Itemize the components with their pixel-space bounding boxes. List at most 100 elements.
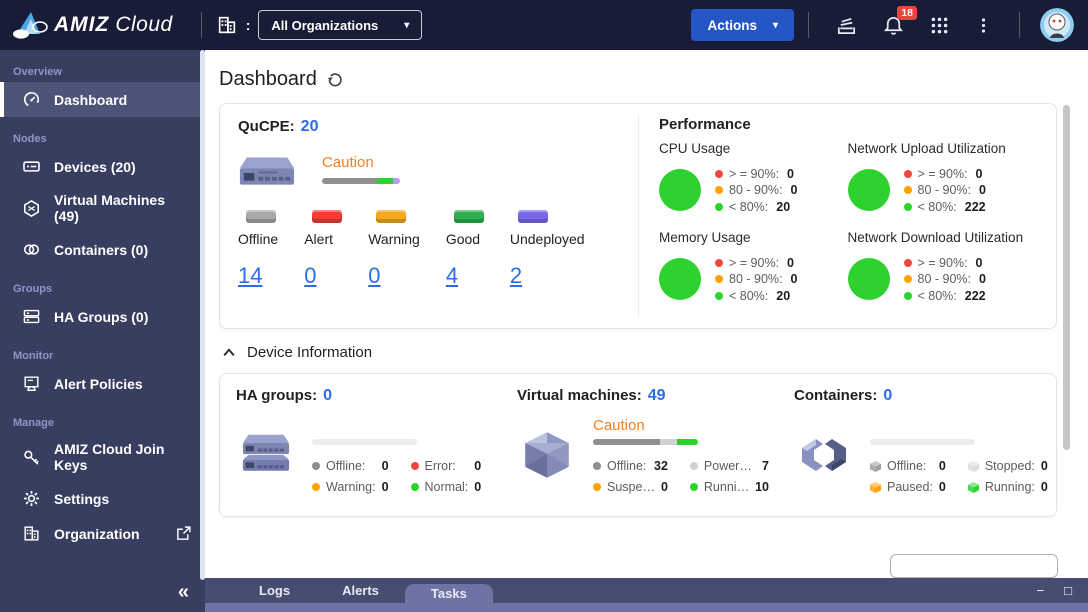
chevron-down-icon: ▾: [404, 20, 409, 31]
legend-label: 80 - 90%:: [918, 272, 972, 286]
legend-value: 0: [787, 256, 794, 270]
gauge-segment-offline: [593, 439, 660, 445]
legend-value: 0: [661, 480, 668, 494]
red-dot-icon: [715, 170, 723, 178]
bottom-panel: Logs Alerts Tasks − □: [205, 578, 1088, 612]
qucpe-count-link[interactable]: 20: [301, 118, 319, 135]
tab-logs[interactable]: Logs: [233, 578, 316, 603]
qucpe-health-gauge: [322, 178, 400, 184]
tab-tasks[interactable]: Tasks: [405, 584, 493, 603]
sidebar-item-containers[interactable]: Containers (0): [0, 232, 205, 267]
more-options-button[interactable]: [970, 11, 997, 40]
sidebar-item-ha-groups[interactable]: HA Groups (0): [0, 299, 205, 334]
legend-label: 80 - 90%:: [729, 183, 783, 197]
lightgray-cube-icon: [968, 461, 979, 472]
usage-donut: [659, 258, 701, 300]
restore-icon[interactable]: □: [1064, 584, 1072, 597]
dashboard-gauge-icon: [22, 90, 41, 109]
notifications-button[interactable]: 18: [878, 10, 909, 41]
actions-button[interactable]: Actions ▾: [691, 9, 794, 41]
sidebar-item-label: Organization: [54, 526, 140, 542]
minimize-icon[interactable]: −: [1037, 584, 1045, 597]
legend-label: Power…: [704, 459, 752, 473]
sidebar-item-join-keys[interactable]: AMIZ Cloud Join Keys: [0, 433, 205, 481]
green-dot-icon: [715, 292, 723, 300]
status-count-link[interactable]: 0: [304, 263, 316, 289]
sidebar-item-dashboard[interactable]: Dashboard: [0, 82, 205, 117]
containers-count-link[interactable]: 0: [883, 387, 892, 404]
ha-groups-panel: HA groups:0 Offline:0 Error:0: [220, 374, 501, 516]
brand-logo[interactable]: AMIZCloud: [0, 9, 187, 41]
device-information-header[interactable]: Device Information: [205, 329, 1088, 373]
status-count-link[interactable]: 4: [446, 263, 458, 289]
vm-status-text: Caution: [593, 417, 783, 437]
orange-dot-icon: [312, 483, 320, 491]
container-icon: [22, 240, 41, 259]
device-information-card: HA groups:0 Offline:0 Error:0: [219, 373, 1057, 517]
legend-label: > = 90%:: [729, 167, 779, 181]
sidebar-item-devices[interactable]: Devices (20): [0, 149, 205, 184]
bottom-tab-bar: Logs Alerts Tasks − □: [205, 578, 1088, 603]
sidebar-item-label: Virtual Machines (49): [54, 192, 192, 224]
ha-legend: Offline:0 Error:0 Warning:0 Normal:0: [312, 459, 495, 494]
sidebar-item-virtual-machines[interactable]: Virtual Machines (49): [0, 184, 205, 232]
refresh-button[interactable]: [326, 71, 344, 89]
green-cube-icon: [968, 482, 979, 493]
task-queue-button[interactable]: [831, 10, 862, 41]
sidebar: Overview Dashboard Nodes Devices (20) Vi…: [0, 50, 205, 612]
green-dot-icon: [690, 483, 698, 491]
legend-value: 7: [762, 459, 769, 473]
qucpe-panel: QuCPE:20 Caution: [220, 104, 638, 328]
sidebar-item-settings[interactable]: Settings: [0, 481, 205, 516]
notification-badge: 18: [897, 6, 917, 21]
sidebar-item-organization[interactable]: Organization: [0, 516, 205, 551]
external-link-icon: [175, 525, 192, 542]
sidebar-item-label: HA Groups (0): [54, 309, 148, 325]
user-avatar[interactable]: [1040, 8, 1074, 42]
qucpe-status-text: Caution: [322, 154, 400, 171]
offline-device-icon: [246, 210, 276, 223]
virtual-machines-count-link[interactable]: 49: [648, 387, 666, 404]
green-dot-icon: [411, 483, 419, 491]
status-count-link[interactable]: 14: [238, 263, 262, 289]
topbar-divider: [1019, 12, 1020, 38]
topbar-divider: [808, 12, 809, 38]
legend-value: 0: [382, 480, 389, 494]
warning-device-icon: [376, 210, 406, 223]
containers-legend: Offline:0 Stopped:0 Paused:0 Running:0: [870, 459, 1062, 494]
ha-groups-image: [236, 415, 296, 494]
apps-grid-button[interactable]: [925, 11, 954, 40]
organization-dropdown[interactable]: All Organizations ▾: [258, 10, 422, 40]
sidebar-item-label: AMIZ Cloud Join Keys: [54, 441, 192, 473]
cutoff-search-box[interactable]: [890, 554, 1058, 578]
bottom-panel-strip: [205, 603, 1088, 612]
status-label: Warning: [368, 231, 420, 247]
chart-legend: > = 90%:0 80 - 90%:0 < 80%:20: [715, 253, 797, 305]
chart-title: Network Upload Utilization: [848, 141, 1037, 156]
orange-dot-icon: [715, 186, 723, 194]
containers-logo-image: [794, 415, 854, 494]
sidebar-scrollbar[interactable]: [200, 50, 205, 580]
brand-name-light: Cloud: [115, 13, 172, 37]
virtual-machines-panel: Virtual machines:49 Caution: [501, 374, 778, 516]
chart-legend: > = 90%:0 80 - 90%:0 < 80%:222: [904, 253, 986, 305]
ha-groups-count-link[interactable]: 0: [323, 387, 332, 404]
status-count-link[interactable]: 2: [510, 263, 522, 289]
gauge-segment-undeployed: [393, 178, 400, 184]
legend-label: Running:: [985, 480, 1035, 494]
main-scrollbar[interactable]: [1063, 105, 1070, 450]
status-count-link[interactable]: 0: [368, 263, 380, 289]
orange-dot-icon: [593, 483, 601, 491]
ha-groups-icon: [22, 307, 41, 326]
legend-value: 0: [939, 480, 946, 494]
virtual-machines-label: Virtual machines:: [517, 387, 642, 404]
sidebar-item-alert-policies[interactable]: Alert Policies: [0, 366, 205, 401]
amiz-cloud-app: AMIZCloud : All Organizations ▾ Actions …: [0, 0, 1088, 612]
legend-value: 222: [965, 289, 986, 303]
sidebar-collapse-button[interactable]: «: [178, 581, 189, 604]
sidebar-item-label: Devices (20): [54, 159, 136, 175]
legend-value: 0: [474, 480, 481, 494]
status-col-warning: Warning 0: [368, 210, 420, 289]
tab-alerts[interactable]: Alerts: [316, 578, 405, 603]
sidebar-item-label: Containers (0): [54, 242, 148, 258]
